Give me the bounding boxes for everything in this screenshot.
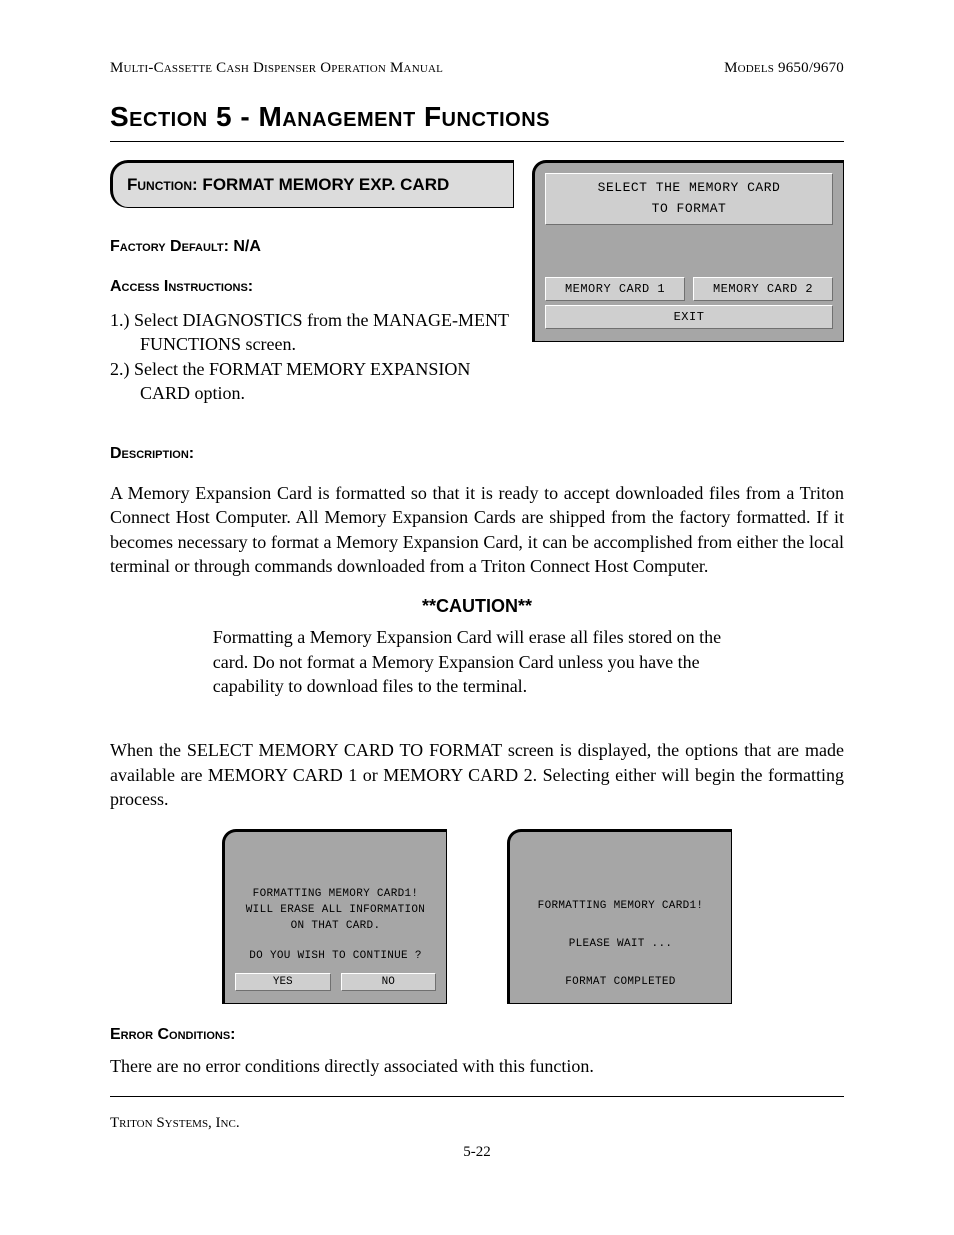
confirm-format-screen: FORMATTING MEMORY CARD1! WILL ERASE ALL … bbox=[222, 829, 447, 1004]
footer-divider bbox=[110, 1096, 844, 1097]
screen-title-bar: SELECT THE MEMORY CARD TO FORMAT bbox=[545, 173, 833, 225]
wait-l1: FORMATTING MEMORY CARD1! bbox=[520, 899, 721, 915]
caution-heading: **CAUTION** bbox=[110, 596, 844, 617]
screen-title-l2: TO FORMAT bbox=[550, 199, 828, 220]
page-header: Multi-Cassette Cash Dispenser Operation … bbox=[110, 60, 844, 77]
header-right: Models 9650/9670 bbox=[724, 60, 844, 77]
function-title-tab: Function: FORMAT MEMORY EXP. CARD bbox=[110, 160, 514, 208]
right-column: SELECT THE MEMORY CARD TO FORMAT MEMORY … bbox=[532, 160, 844, 342]
manual-page: Multi-Cassette Cash Dispenser Operation … bbox=[0, 0, 954, 1235]
caution-body: Formatting a Memory Expansion Card will … bbox=[213, 625, 741, 698]
page-number: 5-22 bbox=[110, 1144, 844, 1161]
left-column: Function: FORMAT MEMORY EXP. CARD Factor… bbox=[110, 160, 514, 405]
confirm-l4: DO YOU WISH TO CONTINUE ? bbox=[235, 949, 436, 965]
dual-screens: FORMATTING MEMORY CARD1! WILL ERASE ALL … bbox=[110, 829, 844, 1004]
confirm-l3: ON THAT CARD. bbox=[235, 919, 436, 935]
step-1: 1.) Select DIAGNOSTICS from the MANAGE-M… bbox=[110, 308, 514, 357]
description-label: Description: bbox=[110, 445, 844, 463]
memory-card-2-button[interactable]: MEMORY CARD 2 bbox=[693, 277, 833, 301]
access-instructions-label: Access Instructions: bbox=[110, 278, 514, 296]
factory-default-label: Factory Default: N/A bbox=[110, 238, 514, 256]
yes-button[interactable]: YES bbox=[235, 973, 331, 991]
wait-format-screen: FORMATTING MEMORY CARD1! PLEASE WAIT ...… bbox=[507, 829, 732, 1004]
step-2: 2.) Select the FORMAT MEMORY EXPANSION C… bbox=[110, 357, 514, 406]
confirm-l1: FORMATTING MEMORY CARD1! bbox=[235, 887, 436, 903]
error-conditions-label: Error Conditions: bbox=[110, 1026, 844, 1044]
exit-button[interactable]: EXIT bbox=[545, 305, 833, 329]
no-button[interactable]: NO bbox=[341, 973, 437, 991]
footer-company: Triton Systems, Inc. bbox=[110, 1115, 844, 1132]
description-body: A Memory Expansion Card is formatted so … bbox=[110, 481, 844, 578]
wait-l2: PLEASE WAIT ... bbox=[520, 937, 721, 953]
access-steps: 1.) Select DIAGNOSTICS from the MANAGE-M… bbox=[110, 308, 514, 405]
section-title: Section 5 - Management Functions bbox=[110, 101, 844, 133]
screen-title-l1: SELECT THE MEMORY CARD bbox=[550, 178, 828, 199]
error-conditions-body: There are no error conditions directly a… bbox=[110, 1054, 844, 1078]
memory-card-1-button[interactable]: MEMORY CARD 1 bbox=[545, 277, 685, 301]
select-body: When the SELECT MEMORY CARD TO FORMAT sc… bbox=[110, 738, 844, 811]
select-memory-card-screen: SELECT THE MEMORY CARD TO FORMAT MEMORY … bbox=[532, 160, 844, 342]
header-left: Multi-Cassette Cash Dispenser Operation … bbox=[110, 60, 443, 77]
confirm-l2: WILL ERASE ALL INFORMATION bbox=[235, 903, 436, 919]
divider bbox=[110, 141, 844, 142]
function-block: Function: FORMAT MEMORY EXP. CARD Factor… bbox=[110, 160, 844, 405]
wait-l3: FORMAT COMPLETED bbox=[520, 975, 721, 991]
